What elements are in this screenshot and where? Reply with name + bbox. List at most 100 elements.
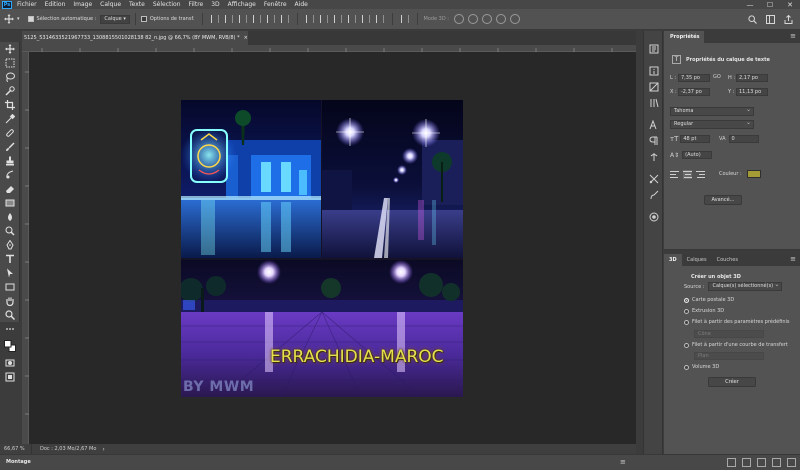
tools-presets-icon[interactable] — [644, 171, 664, 187]
quick-mask-icon[interactable] — [0, 356, 20, 370]
vertical-ruler[interactable] — [22, 52, 29, 444]
document-tab[interactable]: 5125_5314633521967733_1308815501028138 8… — [22, 31, 248, 45]
share-icon[interactable] — [782, 13, 794, 25]
source-select[interactable]: Calque(s) sélectionné(s) — [708, 281, 783, 291]
option-preset-mesh[interactable]: Filet à partir des paramètres prédéfinis — [684, 319, 790, 325]
align-horizontal-center-icon[interactable] — [267, 15, 276, 23]
link-dimensions-icon[interactable]: GO — [713, 74, 721, 80]
brush-settings-icon[interactable] — [644, 187, 664, 203]
tab-calques[interactable]: Calques — [682, 254, 712, 266]
workspace-icon[interactable] — [764, 13, 776, 25]
move-tool-icon[interactable] — [0, 42, 20, 56]
font-style-select[interactable]: Regular — [670, 119, 754, 129]
align-right-icon[interactable] — [281, 15, 290, 23]
menu-calque[interactable]: Calque — [100, 1, 121, 8]
zoom-tool-icon[interactable] — [0, 308, 20, 322]
slide-3d-icon[interactable] — [495, 14, 506, 24]
glyphs-panel-icon[interactable] — [644, 149, 664, 165]
height-field[interactable]: 2,17 po — [736, 74, 768, 82]
align-center-text-icon[interactable] — [683, 170, 692, 179]
history-brush-tool-icon[interactable] — [0, 168, 20, 182]
dropdown-arrow-icon[interactable]: ▾ — [17, 16, 20, 22]
align-top-icon[interactable] — [211, 15, 220, 23]
minimize-button[interactable]: — — [740, 0, 760, 9]
radio-volume[interactable] — [684, 364, 689, 370]
clone-source-icon[interactable] — [644, 209, 664, 225]
auto-select-dropdown[interactable]: Calque ▾ — [100, 14, 130, 24]
y-field[interactable]: 11,13 po — [736, 88, 768, 96]
move-tool-preset-icon[interactable] — [3, 14, 14, 25]
distribute-horizontal-center-icon[interactable] — [362, 15, 371, 23]
paragraph-panel-icon[interactable] — [644, 133, 664, 149]
tab-3d[interactable]: 3D — [664, 254, 682, 266]
menu-fichier[interactable]: Fichier — [17, 1, 37, 8]
menu-filtre[interactable]: Filtre — [189, 1, 204, 8]
libraries-panel-icon[interactable] — [644, 95, 664, 111]
path-select-tool-icon[interactable] — [0, 266, 20, 280]
more-tools-icon[interactable] — [0, 322, 20, 336]
auto-select-checkbox[interactable] — [27, 16, 34, 22]
character-panel-icon[interactable] — [644, 117, 664, 133]
menu-3d[interactable]: 3D — [211, 1, 219, 8]
zoom-level[interactable]: 66,67 % — [0, 444, 32, 454]
type-tool-icon[interactable] — [0, 252, 20, 266]
dodge-tool-icon[interactable] — [0, 224, 20, 238]
create-button[interactable]: Créer — [708, 377, 756, 387]
tab-couches[interactable]: Couches — [712, 254, 743, 266]
hand-tool-icon[interactable] — [0, 294, 20, 308]
adjustments-panel-icon[interactable] — [644, 79, 664, 95]
quick-select-tool-icon[interactable] — [0, 84, 20, 98]
advanced-button[interactable]: Avancé... — [704, 195, 742, 205]
maximize-button[interactable]: ☐ — [760, 0, 780, 9]
distribute-bottom-icon[interactable] — [334, 15, 343, 23]
menu-texte[interactable]: Texte — [129, 1, 145, 8]
width-field[interactable]: 7,35 po — [678, 74, 710, 82]
option-depth-map[interactable]: Filet à partir d'une courbe de transfert — [684, 342, 788, 348]
delete-icon[interactable] — [787, 458, 796, 467]
menu-edition[interactable]: Edition — [45, 1, 66, 8]
foreground-background-colors-icon[interactable] — [0, 336, 20, 356]
distribute-top-icon[interactable] — [306, 15, 315, 23]
align-vertical-center-icon[interactable] — [225, 15, 234, 23]
blur-tool-icon[interactable] — [0, 210, 20, 224]
threed-menu-icon[interactable]: ≡ — [790, 255, 796, 263]
eyedropper-tool-icon[interactable] — [0, 112, 20, 126]
properties-menu-icon[interactable]: ≡ — [790, 32, 796, 40]
option-volume[interactable]: Volume 3D — [684, 364, 719, 370]
history-panel-icon[interactable] — [644, 41, 664, 57]
pan-3d-icon[interactable] — [481, 14, 492, 24]
render-icon[interactable] — [742, 458, 751, 467]
horizontal-ruler[interactable] — [22, 45, 636, 52]
auto-align-layers-icon[interactable] — [401, 15, 410, 23]
option-postcard[interactable]: Carte postale 3D — [684, 297, 734, 303]
menu-affichage[interactable]: Affichage — [228, 1, 256, 8]
distribute-vertical-center-icon[interactable] — [320, 15, 329, 23]
roll-3d-icon[interactable] — [467, 14, 478, 24]
orbit-3d-icon[interactable] — [453, 14, 464, 24]
tab-properties[interactable]: Propriétés — [664, 31, 704, 43]
x-field[interactable]: -2,37 po — [678, 88, 710, 96]
brush-tool-icon[interactable] — [0, 140, 20, 154]
light-icon[interactable] — [757, 458, 766, 467]
distribute-right-icon[interactable] — [376, 15, 385, 23]
close-window-button[interactable]: ✕ — [780, 0, 800, 9]
radio-postcard[interactable] — [684, 297, 689, 303]
timeline-menu-icon[interactable]: ≡ — [620, 458, 626, 466]
status-menu-arrow-icon[interactable]: › — [102, 446, 104, 453]
crop-tool-icon[interactable] — [0, 98, 20, 112]
timeline-tab[interactable]: Montage — [6, 459, 31, 465]
pen-tool-icon[interactable] — [0, 238, 20, 252]
tracking-field[interactable]: 0 — [728, 135, 759, 143]
radio-preset-mesh[interactable] — [684, 319, 689, 325]
radio-extrusion[interactable] — [684, 308, 689, 314]
info-panel-icon[interactable] — [644, 63, 664, 79]
menu-image[interactable]: Image — [73, 1, 92, 8]
radio-depth-map[interactable] — [684, 342, 689, 348]
align-bottom-icon[interactable] — [239, 15, 248, 23]
option-extrusion[interactable]: Extrusion 3D — [684, 308, 724, 314]
filter-scene-icon[interactable] — [727, 458, 736, 467]
distribute-left-icon[interactable] — [348, 15, 357, 23]
transform-controls-checkbox[interactable] — [140, 16, 147, 22]
align-left-icon[interactable] — [253, 15, 262, 23]
menu-aide[interactable]: Aide — [295, 1, 308, 8]
